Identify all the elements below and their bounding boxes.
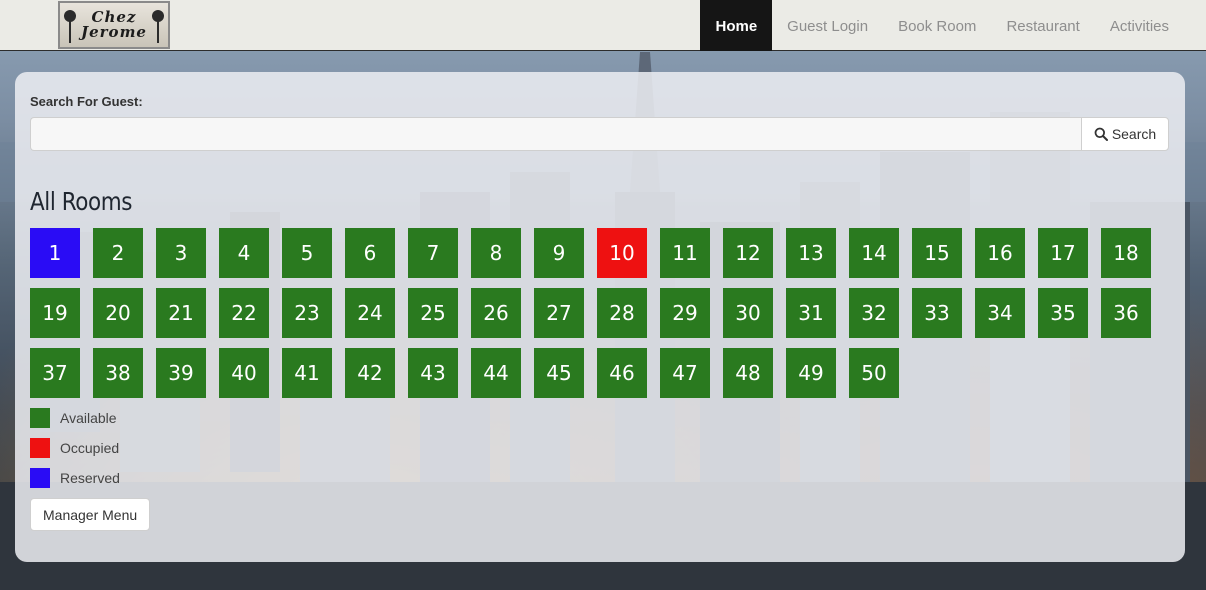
room-tile-29[interactable]: 29 (660, 288, 710, 338)
room-tile-5[interactable]: 5 (282, 228, 332, 278)
room-tile-7[interactable]: 7 (408, 228, 458, 278)
logo-text: Chez Jerome (81, 8, 147, 41)
search-button-label: Search (1111, 126, 1157, 142)
legend-label-occupied: Occupied (60, 440, 120, 456)
legend-item-occupied: Occupied (30, 438, 120, 458)
room-tile-6[interactable]: 6 (345, 228, 395, 278)
room-tile-36[interactable]: 36 (1101, 288, 1151, 338)
search-label: Search For Guest: (30, 94, 143, 109)
rooms-heading: All Rooms (30, 187, 133, 216)
nav-link-restaurant[interactable]: Restaurant (991, 0, 1094, 51)
room-tile-35[interactable]: 35 (1038, 288, 1088, 338)
room-tile-44[interactable]: 44 (471, 348, 521, 398)
room-tile-40[interactable]: 40 (219, 348, 269, 398)
room-tile-16[interactable]: 16 (975, 228, 1025, 278)
room-tile-27[interactable]: 27 (534, 288, 584, 338)
search-icon (1094, 127, 1108, 141)
room-tile-31[interactable]: 31 (786, 288, 836, 338)
legend-swatch-reserved (30, 468, 50, 488)
legend-item-available: Available (30, 408, 120, 428)
search-button[interactable]: Search (1081, 117, 1169, 151)
chez-jerome-logo[interactable]: Chez Jerome (58, 1, 170, 49)
room-tile-41[interactable]: 41 (282, 348, 332, 398)
room-tile-23[interactable]: 23 (282, 288, 332, 338)
room-tile-30[interactable]: 30 (723, 288, 773, 338)
room-tile-45[interactable]: 45 (534, 348, 584, 398)
legend-swatch-available (30, 408, 50, 428)
room-tile-38[interactable]: 38 (93, 348, 143, 398)
room-tile-39[interactable]: 39 (156, 348, 206, 398)
room-tile-15[interactable]: 15 (912, 228, 962, 278)
room-tile-17[interactable]: 17 (1038, 228, 1088, 278)
nav-link-home[interactable]: Home (700, 0, 773, 51)
legend-item-reserved: Reserved (30, 468, 120, 488)
room-tile-10[interactable]: 10 (597, 228, 647, 278)
nav-link-book-room[interactable]: Book Room (883, 0, 991, 51)
manager-menu-button[interactable]: Manager Menu (30, 498, 151, 531)
nav-links: Home Guest Login Book Room Restaurant Ac… (700, 0, 1184, 51)
room-tile-4[interactable]: 4 (219, 228, 269, 278)
room-tile-49[interactable]: 49 (786, 348, 836, 398)
room-tile-28[interactable]: 28 (597, 288, 647, 338)
room-tile-18[interactable]: 18 (1101, 228, 1151, 278)
room-status-legend: Available Occupied Reserved (30, 408, 120, 498)
room-tile-22[interactable]: 22 (219, 288, 269, 338)
tree-icon (152, 10, 164, 43)
legend-swatch-occupied (30, 438, 50, 458)
legend-label-available: Available (60, 410, 117, 426)
room-tile-33[interactable]: 33 (912, 288, 962, 338)
room-tile-13[interactable]: 13 (786, 228, 836, 278)
room-tile-24[interactable]: 24 (345, 288, 395, 338)
room-tile-11[interactable]: 11 (660, 228, 710, 278)
room-tile-19[interactable]: 19 (30, 288, 80, 338)
room-tile-9[interactable]: 9 (534, 228, 584, 278)
tree-icon (64, 10, 76, 43)
room-tile-8[interactable]: 8 (471, 228, 521, 278)
legend-label-reserved: Reserved (60, 470, 120, 486)
room-tile-3[interactable]: 3 (156, 228, 206, 278)
room-tile-12[interactable]: 12 (723, 228, 773, 278)
top-navbar: Chez Jerome Home Guest Login Book Room R… (0, 0, 1206, 51)
room-tile-46[interactable]: 46 (597, 348, 647, 398)
room-tile-50[interactable]: 50 (849, 348, 899, 398)
room-tile-47[interactable]: 47 (660, 348, 710, 398)
room-tile-42[interactable]: 42 (345, 348, 395, 398)
room-tile-32[interactable]: 32 (849, 288, 899, 338)
room-tile-25[interactable]: 25 (408, 288, 458, 338)
room-tile-34[interactable]: 34 (975, 288, 1025, 338)
guest-search-input[interactable] (30, 117, 1082, 151)
room-tile-1[interactable]: 1 (30, 228, 80, 278)
room-tile-2[interactable]: 2 (93, 228, 143, 278)
nav-link-guest-login[interactable]: Guest Login (772, 0, 883, 51)
room-tile-20[interactable]: 20 (93, 288, 143, 338)
room-tile-48[interactable]: 48 (723, 348, 773, 398)
nav-link-activities[interactable]: Activities (1095, 0, 1184, 51)
room-tile-37[interactable]: 37 (30, 348, 80, 398)
main-panel: Search For Guest: Search All Rooms 12345… (15, 72, 1185, 562)
room-tile-26[interactable]: 26 (471, 288, 521, 338)
rooms-grid: 1 2 3 4 5 6 7 8 9 10 11 12 13 14 15 16 17 18 19 20 21 22 23 24 2… (30, 228, 1170, 398)
room-tile-21[interactable]: 21 (156, 288, 206, 338)
room-tile-43[interactable]: 43 (408, 348, 458, 398)
room-tile-14[interactable]: 14 (849, 228, 899, 278)
